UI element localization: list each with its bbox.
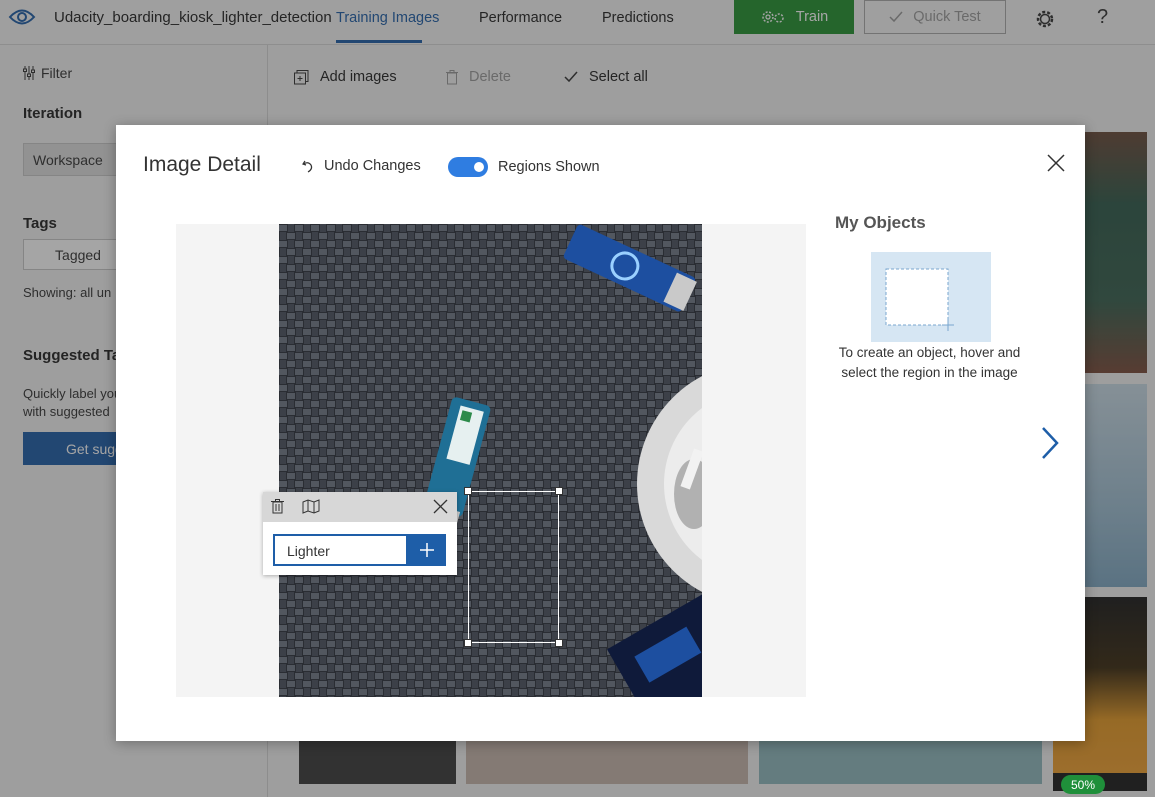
progress-badge: 50% bbox=[1061, 775, 1105, 794]
regions-shown-toggle[interactable] bbox=[448, 157, 488, 177]
trash-icon[interactable] bbox=[271, 499, 284, 514]
tag-name-input[interactable]: Lighter bbox=[273, 534, 408, 566]
region-bounding-box[interactable] bbox=[464, 487, 563, 647]
undo-label: Undo Changes bbox=[324, 158, 421, 174]
create-object-illustration bbox=[871, 252, 991, 342]
plus-icon bbox=[420, 543, 434, 557]
resize-handle-top-right[interactable] bbox=[555, 487, 563, 495]
close-icon[interactable] bbox=[433, 499, 448, 514]
next-image-chevron-icon[interactable] bbox=[1038, 425, 1062, 461]
resize-handle-bottom-right[interactable] bbox=[555, 639, 563, 647]
popup-toolbar bbox=[263, 492, 457, 522]
undo-changes-button[interactable]: Undo Changes bbox=[302, 158, 421, 174]
close-icon[interactable] bbox=[1046, 153, 1066, 173]
smart-labeler-map-icon[interactable] bbox=[302, 499, 320, 514]
resize-handle-bottom-left[interactable] bbox=[464, 639, 472, 647]
add-tag-button[interactable] bbox=[408, 534, 446, 566]
resize-handle-top-left[interactable] bbox=[464, 487, 472, 495]
regions-shown-label: Regions Shown bbox=[498, 159, 600, 175]
region-tag-popup: Lighter bbox=[263, 492, 457, 575]
dialog-title: Image Detail bbox=[143, 153, 261, 176]
image-canvas[interactable]: Lighter bbox=[176, 224, 806, 697]
dashed-region-icon bbox=[885, 268, 954, 331]
image-detail-dialog: Image Detail Undo Changes Regions Shown bbox=[116, 125, 1085, 741]
undo-icon bbox=[302, 160, 313, 173]
my-objects-heading: My Objects bbox=[835, 213, 926, 232]
my-objects-hint: To create an object, hover and select th… bbox=[838, 345, 1021, 380]
